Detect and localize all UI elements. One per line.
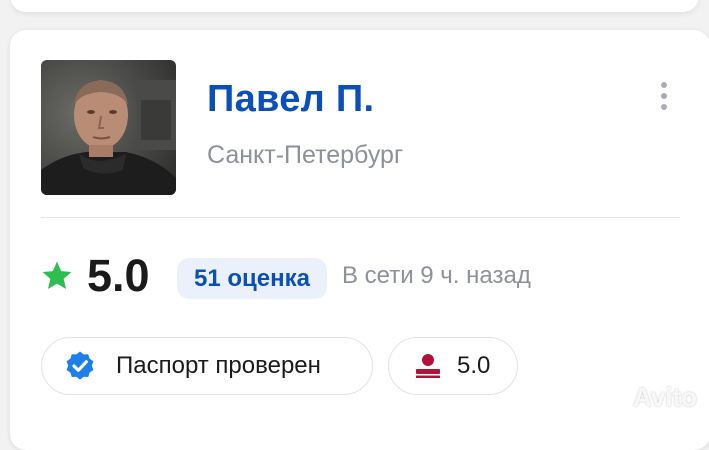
more-vertical-icon (661, 82, 667, 88)
passport-verified-label: Паспорт проверен (116, 352, 321, 379)
user-score-icon (416, 354, 440, 378)
passport-verified-badge[interactable]: Паспорт проверен (41, 337, 373, 395)
more-vertical-icon-dot (661, 93, 667, 99)
more-vertical-icon-dot (661, 104, 667, 110)
divider (41, 217, 680, 218)
previous-card (10, 0, 699, 12)
avito-watermark-text: Avito (633, 382, 698, 412)
more-options-button[interactable] (652, 78, 676, 114)
avatar[interactable] (41, 60, 176, 195)
profile-city: Санкт-Петербург (207, 141, 404, 169)
verified-check-icon (66, 351, 94, 380)
user-score-label: 5.0 (457, 352, 491, 379)
user-score-badge[interactable]: 5.0 (388, 337, 518, 395)
rating-value: 5.0 (87, 250, 150, 301)
avito-watermark: Avito (600, 382, 697, 413)
star-icon (42, 261, 72, 290)
avito-logo-icon (601, 386, 626, 409)
last-online-text: В сети 9 ч. назад (342, 262, 531, 289)
profile-name[interactable]: Павел П. (207, 78, 374, 121)
reviews-count-button[interactable]: 51 оценка (177, 258, 327, 299)
avatar-photo (41, 60, 176, 195)
